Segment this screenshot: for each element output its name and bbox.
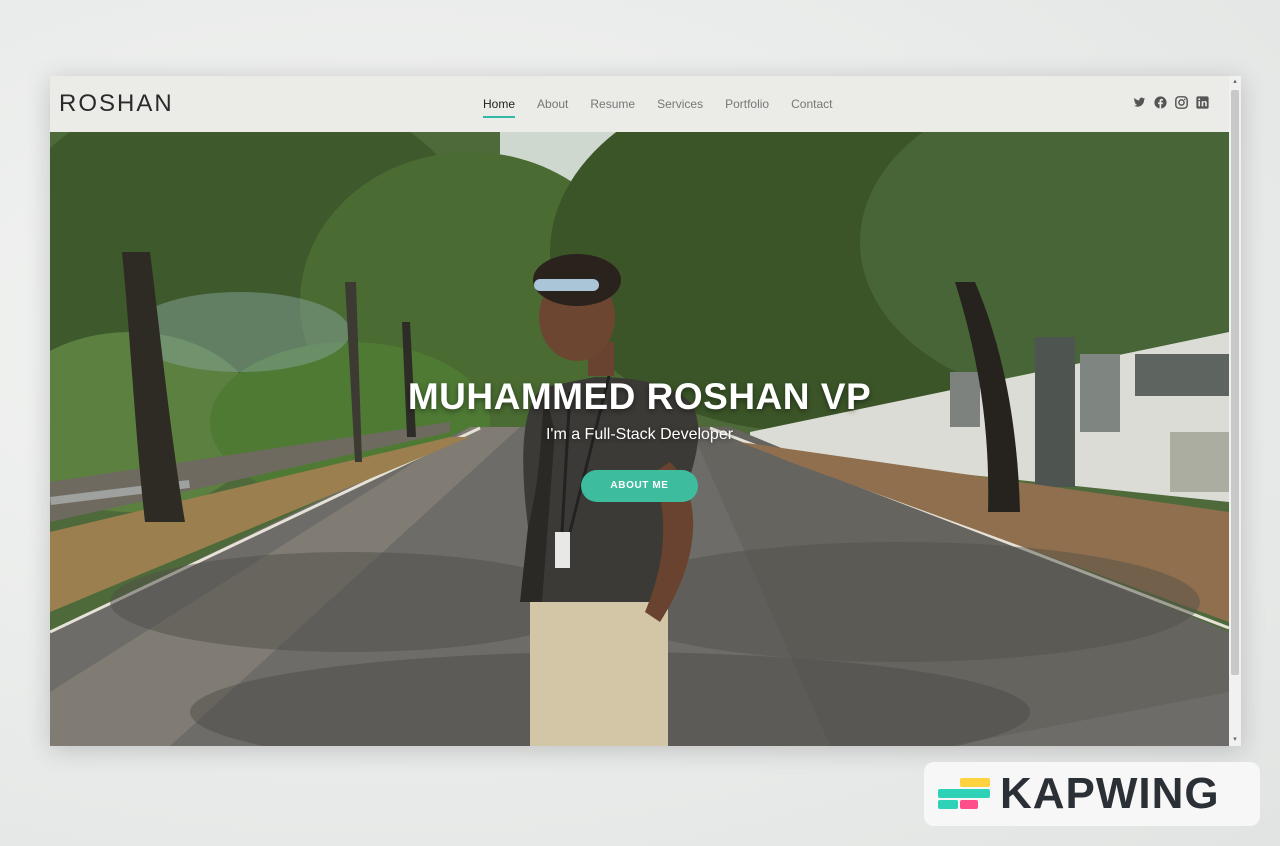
linkedin-icon[interactable] [1196, 96, 1209, 109]
social-links [1133, 96, 1209, 109]
nav-link-portfolio[interactable]: Portfolio [725, 91, 769, 117]
twitter-icon[interactable] [1133, 96, 1146, 109]
nav-link-resume[interactable]: Resume [590, 91, 635, 117]
hero-subtitle: I'm a Full-Stack Developer [545, 426, 734, 443]
hero-title: MUHAMMED ROSHAN VP [407, 376, 872, 417]
nav-link-services[interactable]: Services [657, 91, 703, 117]
scroll-up-arrow-icon[interactable]: ▴ [1231, 78, 1239, 86]
hero-section: MUHAMMED ROSHAN VP I'm a Full-Stack Deve… [50, 132, 1229, 746]
kapwing-watermark: KAPWING [924, 762, 1260, 826]
page-scrollbar[interactable]: ▴ ▾ [1229, 76, 1241, 746]
about-me-button[interactable]: ABOUT ME [581, 470, 698, 502]
facebook-icon[interactable] [1154, 96, 1167, 109]
site-logo[interactable]: ROSHAN [59, 90, 174, 118]
nav-link-contact[interactable]: Contact [791, 91, 832, 117]
kapwing-logo-icon [938, 776, 990, 812]
nav-link-about[interactable]: About [537, 91, 568, 117]
kapwing-wordmark: KAPWING [1000, 769, 1220, 818]
browser-window: ROSHAN Home About Resume Services Portfo… [50, 76, 1241, 746]
site-header: ROSHAN Home About Resume Services Portfo… [50, 76, 1229, 132]
nav-link-home[interactable]: Home [483, 91, 516, 118]
scrollbar-thumb[interactable] [1231, 90, 1239, 675]
main-nav: Home About Resume Services Portfolio Con… [483, 76, 854, 132]
scroll-down-arrow-icon[interactable]: ▾ [1231, 736, 1239, 744]
instagram-icon[interactable] [1175, 96, 1188, 109]
